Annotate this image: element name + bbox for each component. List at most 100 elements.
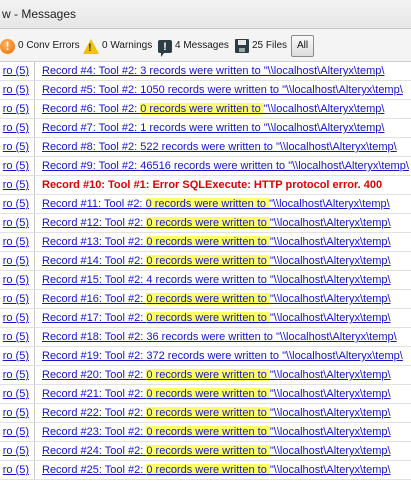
source-link[interactable]: ro (5) (3, 366, 29, 384)
source-cell[interactable]: ro (5) (0, 347, 35, 365)
source-link[interactable]: ro (5) (3, 461, 29, 479)
source-link[interactable]: ro (5) (3, 347, 29, 365)
message-link[interactable]: Record #19: Tool #2: 372 records were wr… (42, 350, 403, 362)
message-row[interactable]: ro (5) Record #14: Tool #2: 0 records we… (0, 252, 411, 271)
source-cell[interactable]: ro (5) (0, 252, 35, 270)
message-row[interactable]: ro (5) Record #8: Tool #2: 522 records w… (0, 138, 411, 157)
message-row[interactable]: ro (5) Record #12: Tool #2: 0 records we… (0, 214, 411, 233)
message-row[interactable]: ro (5) Record #7: Tool #2: 1 records wer… (0, 119, 411, 138)
source-cell[interactable]: ro (5) (0, 214, 35, 232)
message-link[interactable]: Record #25: Tool #2: 0 records were writ… (42, 464, 391, 476)
source-link[interactable]: ro (5) (3, 195, 29, 213)
source-cell[interactable]: ro (5) (0, 62, 35, 80)
message-link[interactable]: Record #10: Tool #1: Error SQLExecute: H… (42, 179, 382, 191)
message-link[interactable]: Record #12: Tool #2: 0 records were writ… (42, 217, 391, 229)
files-filter[interactable]: 25 Files (235, 38, 287, 54)
message-link[interactable]: Record #11: Tool #2: 0 records were writ… (42, 198, 390, 210)
message-link[interactable]: Record #7: Tool #2: 1 records were writt… (42, 122, 384, 134)
message-link[interactable]: Record #15: Tool #2: 4 records were writ… (42, 274, 391, 286)
message-row[interactable]: ro (5) Record #15: Tool #2: 4 records we… (0, 271, 411, 290)
message-row[interactable]: ro (5) Record #9: Tool #2: 46516 records… (0, 157, 411, 176)
message-cell[interactable]: Record #16: Tool #2: 0 records were writ… (35, 290, 411, 308)
source-link[interactable]: ro (5) (3, 252, 29, 270)
message-cell[interactable]: Record #6: Tool #2: 0 records were writt… (35, 100, 411, 118)
message-cell[interactable]: Record #14: Tool #2: 0 records were writ… (35, 252, 411, 270)
message-link[interactable]: Record #13: Tool #2: 0 records were writ… (42, 236, 391, 248)
message-row[interactable]: ro (5) Record #6: Tool #2: 0 records wer… (0, 100, 411, 119)
source-cell[interactable]: ro (5) (0, 309, 35, 327)
message-cell[interactable]: Record #21: Tool #2: 0 records were writ… (35, 385, 411, 403)
message-cell[interactable]: Record #10: Tool #1: Error SQLExecute: H… (35, 176, 411, 194)
message-cell[interactable]: Record #5: Tool #2: 1050 records were wr… (35, 81, 411, 99)
message-cell[interactable]: Record #23: Tool #2: 0 records were writ… (35, 423, 411, 441)
message-cell[interactable]: Record #24: Tool #2: 0 records were writ… (35, 442, 411, 460)
message-link[interactable]: Record #23: Tool #2: 0 records were writ… (42, 426, 391, 438)
message-link[interactable]: Record #8: Tool #2: 522 records were wri… (42, 141, 397, 153)
source-link[interactable]: ro (5) (3, 442, 29, 460)
message-cell[interactable]: Record #4: Tool #2: 3 records were writt… (35, 62, 411, 80)
all-button[interactable]: All (291, 35, 314, 57)
message-row[interactable]: ro (5) Record #19: Tool #2: 372 records … (0, 347, 411, 366)
message-row[interactable]: ro (5) Record #4: Tool #2: 3 records wer… (0, 62, 411, 81)
source-cell[interactable]: ro (5) (0, 81, 35, 99)
message-row-error[interactable]: ro (5) Record #10: Tool #1: Error SQLExe… (0, 176, 411, 195)
source-cell[interactable]: ro (5) (0, 195, 35, 213)
message-link[interactable]: Record #17: Tool #2: 0 records were writ… (42, 312, 391, 324)
message-link[interactable]: Record #16: Tool #2: 0 records were writ… (42, 293, 391, 305)
message-link[interactable]: Record #24: Tool #2: 0 records were writ… (42, 445, 391, 457)
message-cell[interactable]: Record #9: Tool #2: 46516 records were w… (35, 157, 411, 175)
message-cell[interactable]: Record #25: Tool #2: 0 records were writ… (35, 461, 411, 479)
source-cell[interactable]: ro (5) (0, 328, 35, 346)
message-cell[interactable]: Record #18: Tool #2: 36 records were wri… (35, 328, 411, 346)
source-link[interactable]: ro (5) (3, 138, 29, 156)
message-link[interactable]: Record #6: Tool #2: 0 records were writt… (42, 103, 384, 115)
message-cell[interactable]: Record #8: Tool #2: 522 records were wri… (35, 138, 411, 156)
message-cell[interactable]: Record #7: Tool #2: 1 records were writt… (35, 119, 411, 137)
source-cell[interactable]: ro (5) (0, 176, 35, 194)
source-link[interactable]: ro (5) (3, 328, 29, 346)
message-cell[interactable]: Record #19: Tool #2: 372 records were wr… (35, 347, 411, 365)
message-link[interactable]: Record #18: Tool #2: 36 records were wri… (42, 331, 397, 343)
message-cell[interactable]: Record #17: Tool #2: 0 records were writ… (35, 309, 411, 327)
source-link[interactable]: ro (5) (3, 62, 29, 80)
source-cell[interactable]: ro (5) (0, 461, 35, 479)
source-cell[interactable]: ro (5) (0, 423, 35, 441)
source-cell[interactable]: ro (5) (0, 157, 35, 175)
message-cell[interactable]: Record #13: Tool #2: 0 records were writ… (35, 233, 411, 251)
message-row[interactable]: ro (5) Record #17: Tool #2: 0 records we… (0, 309, 411, 328)
warnings-filter[interactable]: 0 Warnings (83, 38, 152, 56)
message-row[interactable]: ro (5) Record #20: Tool #2: 0 records we… (0, 366, 411, 385)
source-cell[interactable]: ro (5) (0, 404, 35, 422)
source-link[interactable]: ro (5) (3, 176, 29, 194)
source-link[interactable]: ro (5) (3, 119, 29, 137)
message-row[interactable]: ro (5) Record #5: Tool #2: 1050 records … (0, 81, 411, 100)
message-link[interactable]: Record #4: Tool #2: 3 records were writt… (42, 65, 384, 77)
message-row[interactable]: ro (5) Record #13: Tool #2: 0 records we… (0, 233, 411, 252)
source-cell[interactable]: ro (5) (0, 138, 35, 156)
message-cell[interactable]: Record #15: Tool #2: 4 records were writ… (35, 271, 411, 289)
source-link[interactable]: ro (5) (3, 423, 29, 441)
message-row[interactable]: ro (5) Record #21: Tool #2: 0 records we… (0, 385, 411, 404)
message-link[interactable]: Record #14: Tool #2: 0 records were writ… (42, 255, 391, 267)
message-link[interactable]: Record #22: Tool #2: 0 records were writ… (42, 407, 391, 419)
source-cell[interactable]: ro (5) (0, 290, 35, 308)
message-cell[interactable]: Record #20: Tool #2: 0 records were writ… (35, 366, 411, 384)
source-link[interactable]: ro (5) (3, 309, 29, 327)
messages-filter[interactable]: 4 Messages (158, 38, 229, 57)
source-link[interactable]: ro (5) (3, 157, 29, 175)
source-link[interactable]: ro (5) (3, 81, 29, 99)
source-link[interactable]: ro (5) (3, 233, 29, 251)
source-link[interactable]: ro (5) (3, 214, 29, 232)
conv-errors-filter[interactable]: 0 Conv Errors (0, 38, 80, 54)
source-link[interactable]: ro (5) (3, 290, 29, 308)
source-link[interactable]: ro (5) (3, 271, 29, 289)
source-cell[interactable]: ro (5) (0, 233, 35, 251)
message-row[interactable]: ro (5) Record #25: Tool #2: 0 records we… (0, 461, 411, 480)
source-link[interactable]: ro (5) (3, 100, 29, 118)
message-link[interactable]: Record #9: Tool #2: 46516 records were w… (42, 160, 409, 172)
message-row[interactable]: ro (5) Record #23: Tool #2: 0 records we… (0, 423, 411, 442)
source-cell[interactable]: ro (5) (0, 366, 35, 384)
message-row[interactable]: ro (5) Record #18: Tool #2: 36 records w… (0, 328, 411, 347)
source-cell[interactable]: ro (5) (0, 385, 35, 403)
source-cell[interactable]: ro (5) (0, 119, 35, 137)
